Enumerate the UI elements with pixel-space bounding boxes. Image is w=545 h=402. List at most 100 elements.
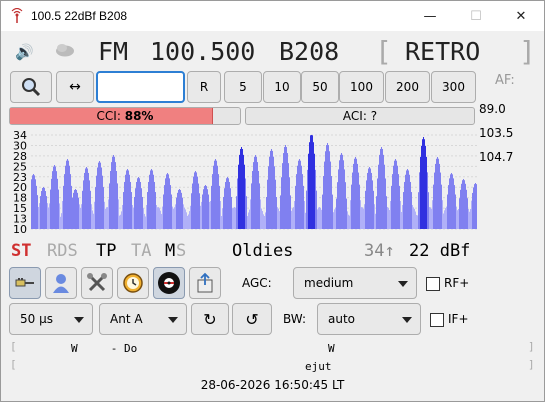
spectrum-bar (425, 145, 426, 229)
spectrum-bar (114, 156, 115, 229)
spectrum-bar (137, 178, 138, 229)
spectrum-bar (144, 213, 145, 229)
spectrum-bar (154, 181, 155, 229)
vinyl-record-icon (158, 272, 180, 294)
export-button[interactable] (189, 267, 221, 299)
band-label: FM (98, 37, 129, 66)
spectrum-bar (332, 194, 333, 229)
spectrum-bar (172, 206, 173, 229)
step-5-button[interactable]: 5 (224, 71, 262, 103)
undo-button[interactable]: ↺ (232, 303, 272, 335)
spectrum-bar (67, 159, 68, 229)
spectrum-bar (164, 185, 165, 229)
af-item[interactable]: 89.0 (479, 97, 513, 121)
spectrum-bar (38, 207, 39, 229)
spectrum-bar (305, 212, 306, 229)
spectrum-bar (161, 213, 162, 229)
spectrum-bar (375, 213, 376, 229)
spectrum-bar (457, 210, 458, 229)
reset-button[interactable]: R (187, 71, 221, 103)
cci-meter: CCI: 88% (9, 107, 241, 125)
spectrum-bar (318, 207, 319, 229)
refresh-button[interactable]: ↻ (191, 303, 229, 335)
bandwidth-select[interactable]: auto (317, 303, 421, 335)
spectrum-bar (373, 190, 374, 229)
cloud-icon[interactable] (53, 43, 75, 57)
spectrum-bar (165, 178, 166, 229)
spectrum-bar (117, 183, 118, 229)
af-item[interactable]: 104.7 (479, 145, 513, 169)
spectrum-bar (392, 174, 393, 229)
step-10-button[interactable]: 10 (263, 71, 301, 103)
spectrum-bar (264, 215, 265, 229)
spectrum-bar (368, 168, 369, 229)
close-button[interactable]: ✕ (498, 1, 544, 31)
maximize-button[interactable]: ☐ (453, 1, 499, 31)
spectrum-bar (328, 145, 329, 229)
af-item[interactable]: 103.5 (479, 121, 513, 145)
spectrum-bar (238, 164, 239, 229)
deemphasis-select[interactable]: 50 µs (9, 303, 93, 335)
settings-button[interactable] (81, 267, 113, 299)
minimize-button[interactable]: — (407, 1, 453, 31)
rds-indicator: RDS (47, 241, 78, 261)
music-indicator: M (165, 241, 176, 261)
station-header: 🔊 FM 100.500 B208 [ RETRO ] (1, 35, 544, 69)
spectrum-bar (233, 207, 234, 229)
spectrum-bar (188, 214, 189, 229)
spectrum-bar (438, 158, 439, 229)
frequency-input[interactable] (96, 71, 185, 103)
spectrum-bar (293, 207, 294, 229)
spectrum-bar (290, 195, 291, 229)
spectrum-bar (275, 179, 276, 229)
step-200-button[interactable]: 200 (385, 71, 430, 103)
spectrum-bar (185, 209, 186, 229)
spectrum-bar (454, 185, 455, 229)
spectrum-bar (48, 207, 49, 229)
agc-select[interactable]: medium (293, 267, 417, 299)
spectrum-bar (376, 196, 377, 229)
search-button[interactable] (10, 71, 52, 103)
spectrum-scan[interactable]: 34302825232018151310 (9, 129, 479, 236)
spectrum-bar (133, 207, 134, 229)
spectrum-bar (451, 173, 452, 229)
scheduler-button[interactable] (117, 267, 149, 299)
spectrum-bar (143, 208, 144, 229)
spectrum-bar (434, 172, 435, 229)
record-button[interactable] (153, 267, 185, 299)
spectrum-bar (155, 192, 156, 229)
ps-bracket-close: ] (519, 35, 536, 68)
spectrum-bar (257, 162, 258, 229)
spectrum-bar (46, 196, 47, 229)
spectrum-bar (298, 160, 299, 229)
spectrum-bar (296, 174, 297, 229)
spectrum-bar (87, 168, 88, 229)
step-50-button[interactable]: 50 (301, 71, 339, 103)
clock-icon (123, 273, 143, 293)
spectrum-bar (45, 191, 46, 229)
antenna-select[interactable]: Ant A (99, 303, 187, 335)
spectrum-bar (453, 178, 454, 229)
rf-plus-checkbox[interactable] (426, 277, 440, 291)
step-100-button[interactable]: 100 (339, 71, 384, 103)
frequency-display[interactable]: 100.500 (150, 37, 255, 66)
spectrum-bar (351, 184, 352, 229)
user-button[interactable] (45, 267, 77, 299)
if-plus-checkbox[interactable] (430, 313, 444, 327)
ps-name: RETRO (405, 37, 481, 66)
spectrum-bar (266, 197, 267, 229)
speaker-icon[interactable]: 🔊 (15, 43, 34, 61)
connect-button[interactable] (9, 267, 41, 299)
step-300-button[interactable]: 300 (431, 71, 476, 103)
spectrum-bar (101, 167, 102, 229)
spectrum-bar (307, 169, 308, 229)
spectrum-bar (410, 181, 411, 229)
spectrum-bar (429, 207, 430, 229)
swap-button[interactable]: ↔ (56, 71, 94, 103)
chevron-down-icon (74, 317, 84, 323)
spectrum-bar (247, 216, 248, 229)
radiotext-line-2: ejut (305, 360, 332, 373)
spectrum-bar (208, 194, 209, 229)
spectrum-bar (182, 197, 183, 229)
spectrum-bar (206, 186, 207, 229)
